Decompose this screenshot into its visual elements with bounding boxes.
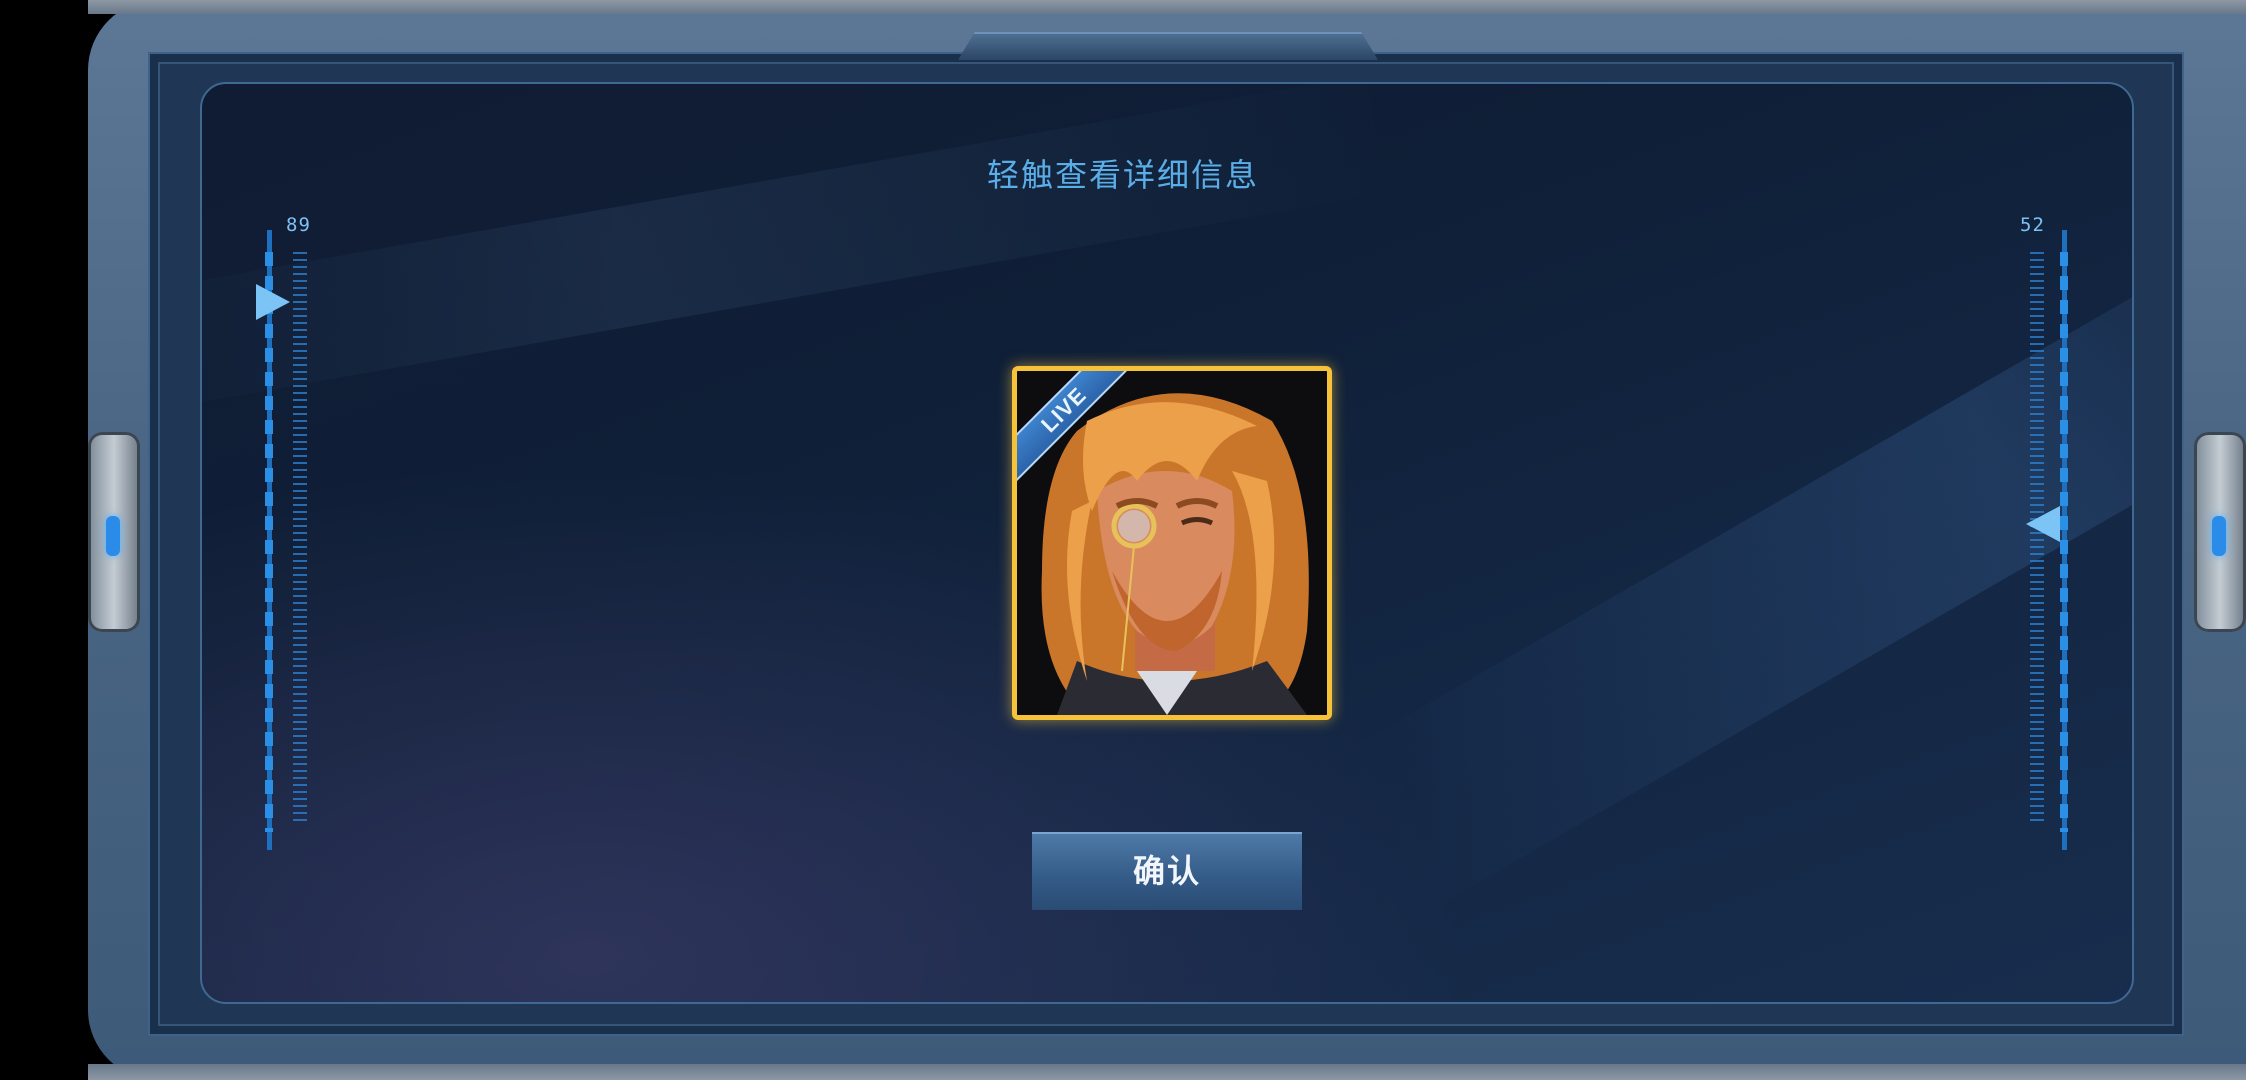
left-side-clip (88, 432, 140, 632)
bottom-metal-strip (88, 1064, 2246, 1080)
right-side-clip (2194, 432, 2246, 632)
left-gauge-pointer (256, 284, 290, 320)
left-gauge: 89 (256, 214, 316, 852)
right-gauge-pointer (2026, 506, 2060, 542)
top-metal-strip (88, 0, 2246, 14)
left-gauge-value: 89 (286, 214, 311, 236)
dialog-title: 轻触查看详细信息 (986, 156, 1259, 194)
gauge-rail-segments (265, 252, 273, 832)
right-gauge: 52 (2014, 214, 2074, 852)
gauge-ticks (293, 252, 307, 822)
top-notch (958, 32, 1378, 60)
left-clip-light (106, 516, 120, 556)
confirm-button[interactable]: 确认 (1032, 832, 1302, 910)
right-gauge-value: 52 (2020, 214, 2045, 236)
gauge-rail-segments (2060, 252, 2068, 832)
right-clip-light (2212, 516, 2226, 556)
character-card[interactable]: LIVE (1012, 366, 1332, 720)
